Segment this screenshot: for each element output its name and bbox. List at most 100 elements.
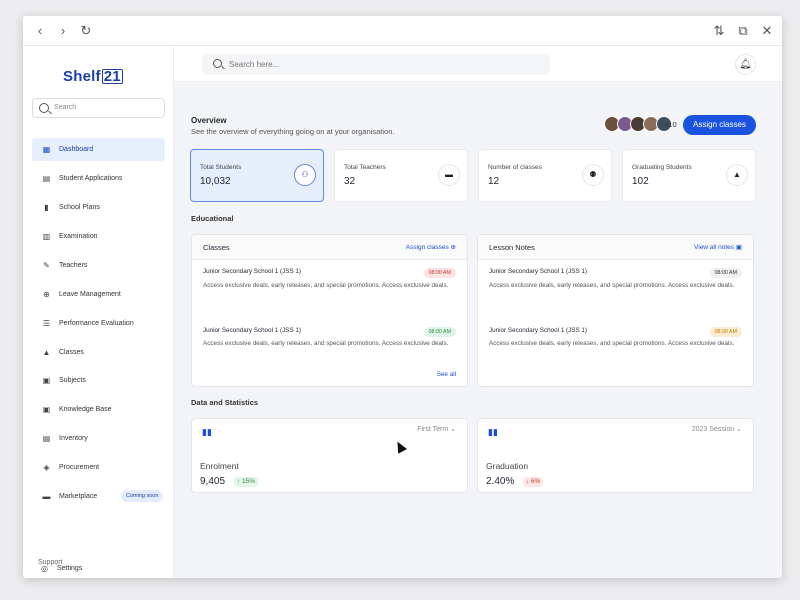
class-entry-title[interactable]: Junior Secondary School 1 (JSS 1) xyxy=(203,327,301,334)
classes-panel-header: Classes Assign classes ⊕ xyxy=(192,235,467,260)
sidebar-item-knowledge-base[interactable]: ▣ Knowledge Base xyxy=(32,398,165,421)
lesson-notes-panel: Lesson Notes View all notes ▣ Junior Sec… xyxy=(477,234,754,387)
logo-number: 21 xyxy=(101,68,123,85)
bell-icon[interactable]: 🔔︎ xyxy=(735,54,756,75)
logo[interactable]: Shelf 21 xyxy=(63,68,123,85)
sidebar-item-label: Subjects xyxy=(59,377,86,384)
classes-icon: ▲ xyxy=(42,348,51,357)
sidebar-item-label: Examination xyxy=(59,233,98,240)
overview-subtitle: See the overview of everything going on … xyxy=(191,127,395,136)
sidebar-item-procurement[interactable]: ◈ Procurement xyxy=(32,456,165,479)
graduation-change-badge: ↓ 6% xyxy=(523,477,544,487)
sidebar-item-teachers[interactable]: ✎ Teachers xyxy=(32,254,165,277)
lesson-entry-description: Access exclusive deals, early releases, … xyxy=(489,282,735,289)
view-all-notes-link[interactable]: View all notes ▣ xyxy=(694,243,742,251)
knowledge-icon: ▣ xyxy=(42,405,51,414)
enrolment-value: 9,405 xyxy=(200,476,226,487)
assign-classes-link[interactable]: Assign classes ⊕ xyxy=(406,243,456,251)
stat-label: Total Teachers xyxy=(344,164,386,171)
chevron-left-icon[interactable]: ‹ xyxy=(32,23,48,39)
lesson-entry-title[interactable]: Junior Secondary School 1 (JSS 1) xyxy=(489,327,587,334)
sidebar-item-dashboard[interactable]: ▦ Dashboard xyxy=(32,138,165,161)
sidebar-item-label: Knowledge Base xyxy=(59,406,112,413)
see-all-link[interactable]: See all xyxy=(437,371,456,378)
stat-card-graduating-students[interactable]: Graduating Students 102 ▲ xyxy=(622,149,756,202)
stat-value: 12 xyxy=(488,176,500,187)
stat-value: 102 xyxy=(632,176,649,187)
plus-circle-icon: ⊕ xyxy=(450,244,456,251)
app-window: ‹ › ↻ ⇅ ⧉ ✕ Shelf 21 Search ▦ Dashboard ▤… xyxy=(23,16,782,578)
sidebar-item-label: Inventory xyxy=(59,435,88,442)
educational-section-title: Educational xyxy=(191,214,234,223)
class-entry-title[interactable]: Junior Secondary School 1 (JSS 1) xyxy=(203,268,301,275)
enrolment-card: ▮▮ First Term ⌄ Enrolment 9,405 ↑ 15% xyxy=(191,418,468,493)
sidebar-item-label: Leave Management xyxy=(59,291,121,298)
lesson-notes-panel-header: Lesson Notes View all notes ▣ xyxy=(478,235,753,260)
classes-panel-title: Classes xyxy=(203,243,230,252)
time-badge: 08:00 AM xyxy=(709,268,742,278)
term-select-value: First Term xyxy=(417,426,449,433)
stat-value: 32 xyxy=(344,176,356,187)
search-placeholder: Search here... xyxy=(229,60,280,69)
graduation-cap-icon: ▲ xyxy=(726,164,748,186)
folder-icon: ▬ xyxy=(438,164,460,186)
sidebar-item-settings[interactable]: ◎ Settings xyxy=(32,557,165,578)
teacher-icon: ✎ xyxy=(43,261,50,270)
view-all-notes-label: View all notes xyxy=(694,244,735,251)
sidebar-item-marketplace[interactable]: ▬ Marketplace Coming soon xyxy=(32,485,165,508)
lesson-entry-title[interactable]: Junior Secondary School 1 (JSS 1) xyxy=(489,268,587,275)
inventory-icon: ▤ xyxy=(42,434,51,443)
chevron-down-icon: ⌄ xyxy=(736,426,742,433)
time-badge: 08:00 AM xyxy=(423,268,456,278)
sidebar-item-examination[interactable]: ▥ Examination xyxy=(32,225,165,248)
session-select-value: 2023 Session xyxy=(691,426,735,433)
stat-label: Graduating Students xyxy=(632,164,692,171)
classes-panel: Classes Assign classes ⊕ Junior Secondar… xyxy=(191,234,468,387)
term-select[interactable]: First Term ⌄ xyxy=(417,425,456,433)
search-input[interactable]: Search here... xyxy=(202,54,550,75)
sidebar-item-performance-evaluation[interactable]: ☰ Performance Evaluation xyxy=(32,312,165,335)
stat-value: 10,032 xyxy=(200,176,231,187)
leave-icon: ⊕ xyxy=(43,290,50,299)
external-link-icon[interactable]: ⧉ xyxy=(735,23,751,39)
group-icon: ⚉ xyxy=(582,164,604,186)
stat-card-total-students[interactable]: Total Students 10,032 ⚇ xyxy=(190,149,324,202)
overview-title: Overview xyxy=(191,116,227,125)
lesson-entry-description: Access exclusive deals, early releases, … xyxy=(489,340,735,347)
close-icon[interactable]: ✕ xyxy=(759,23,775,39)
dashboard-icon: ▦ xyxy=(42,145,51,154)
students-icon: ⚇ xyxy=(294,164,316,186)
chart-icon: ▮ xyxy=(44,203,49,212)
stat-card-number-of-classes[interactable]: Number of classes 12 ⚉ xyxy=(478,149,612,202)
class-entry-description: Access exclusive deals, early releases, … xyxy=(203,340,449,347)
sidebar-item-subjects[interactable]: ▣ Subjects xyxy=(32,369,165,392)
sidebar-item-inventory[interactable]: ▤ Inventory xyxy=(32,427,165,450)
graduation-label: Graduation xyxy=(486,461,529,471)
data-statistics-section-title: Data and Statistics xyxy=(191,398,259,407)
sidebar-item-label: School Plans xyxy=(59,204,100,211)
time-badge: 08:00 AM xyxy=(709,327,742,337)
chevron-down-icon: ⌄ xyxy=(450,426,456,433)
sidebar-item-leave-management[interactable]: ⊕ Leave Management xyxy=(32,283,165,306)
marketplace-icon: ▬ xyxy=(42,492,51,501)
search-icon xyxy=(39,103,49,113)
sidebar-item-classes[interactable]: ▲ Classes xyxy=(32,341,165,364)
sidebar-search-input[interactable]: Search xyxy=(32,98,165,118)
session-select[interactable]: 2023 Session ⌄ xyxy=(692,425,742,433)
sliders-icon[interactable]: ⇅ xyxy=(711,23,727,39)
assign-classes-button[interactable]: Assign classes xyxy=(683,115,756,135)
sidebar-item-label: Dashboard xyxy=(59,146,94,153)
more-avatars-count: +10 xyxy=(664,120,677,129)
sidebar-item-label: Procurement xyxy=(59,464,100,471)
graduation-value: 2.40% xyxy=(486,476,515,487)
assign-classes-link-label: Assign classes xyxy=(405,244,449,251)
sidebar-item-school-plans[interactable]: ▮ School Plans xyxy=(32,196,165,219)
stat-label: Number of classes xyxy=(488,164,542,171)
chevron-right-icon[interactable]: › xyxy=(55,23,71,39)
sidebar-search-placeholder: Search xyxy=(54,104,77,111)
stat-label: Total Students xyxy=(200,164,242,171)
reload-icon[interactable]: ↻ xyxy=(78,23,94,39)
stat-card-total-teachers[interactable]: Total Teachers 32 ▬ xyxy=(334,149,468,202)
sidebar-item-student-applications[interactable]: ▤ Student Applications xyxy=(32,167,165,190)
top-bar: Search here... 🔔︎ xyxy=(174,47,782,82)
